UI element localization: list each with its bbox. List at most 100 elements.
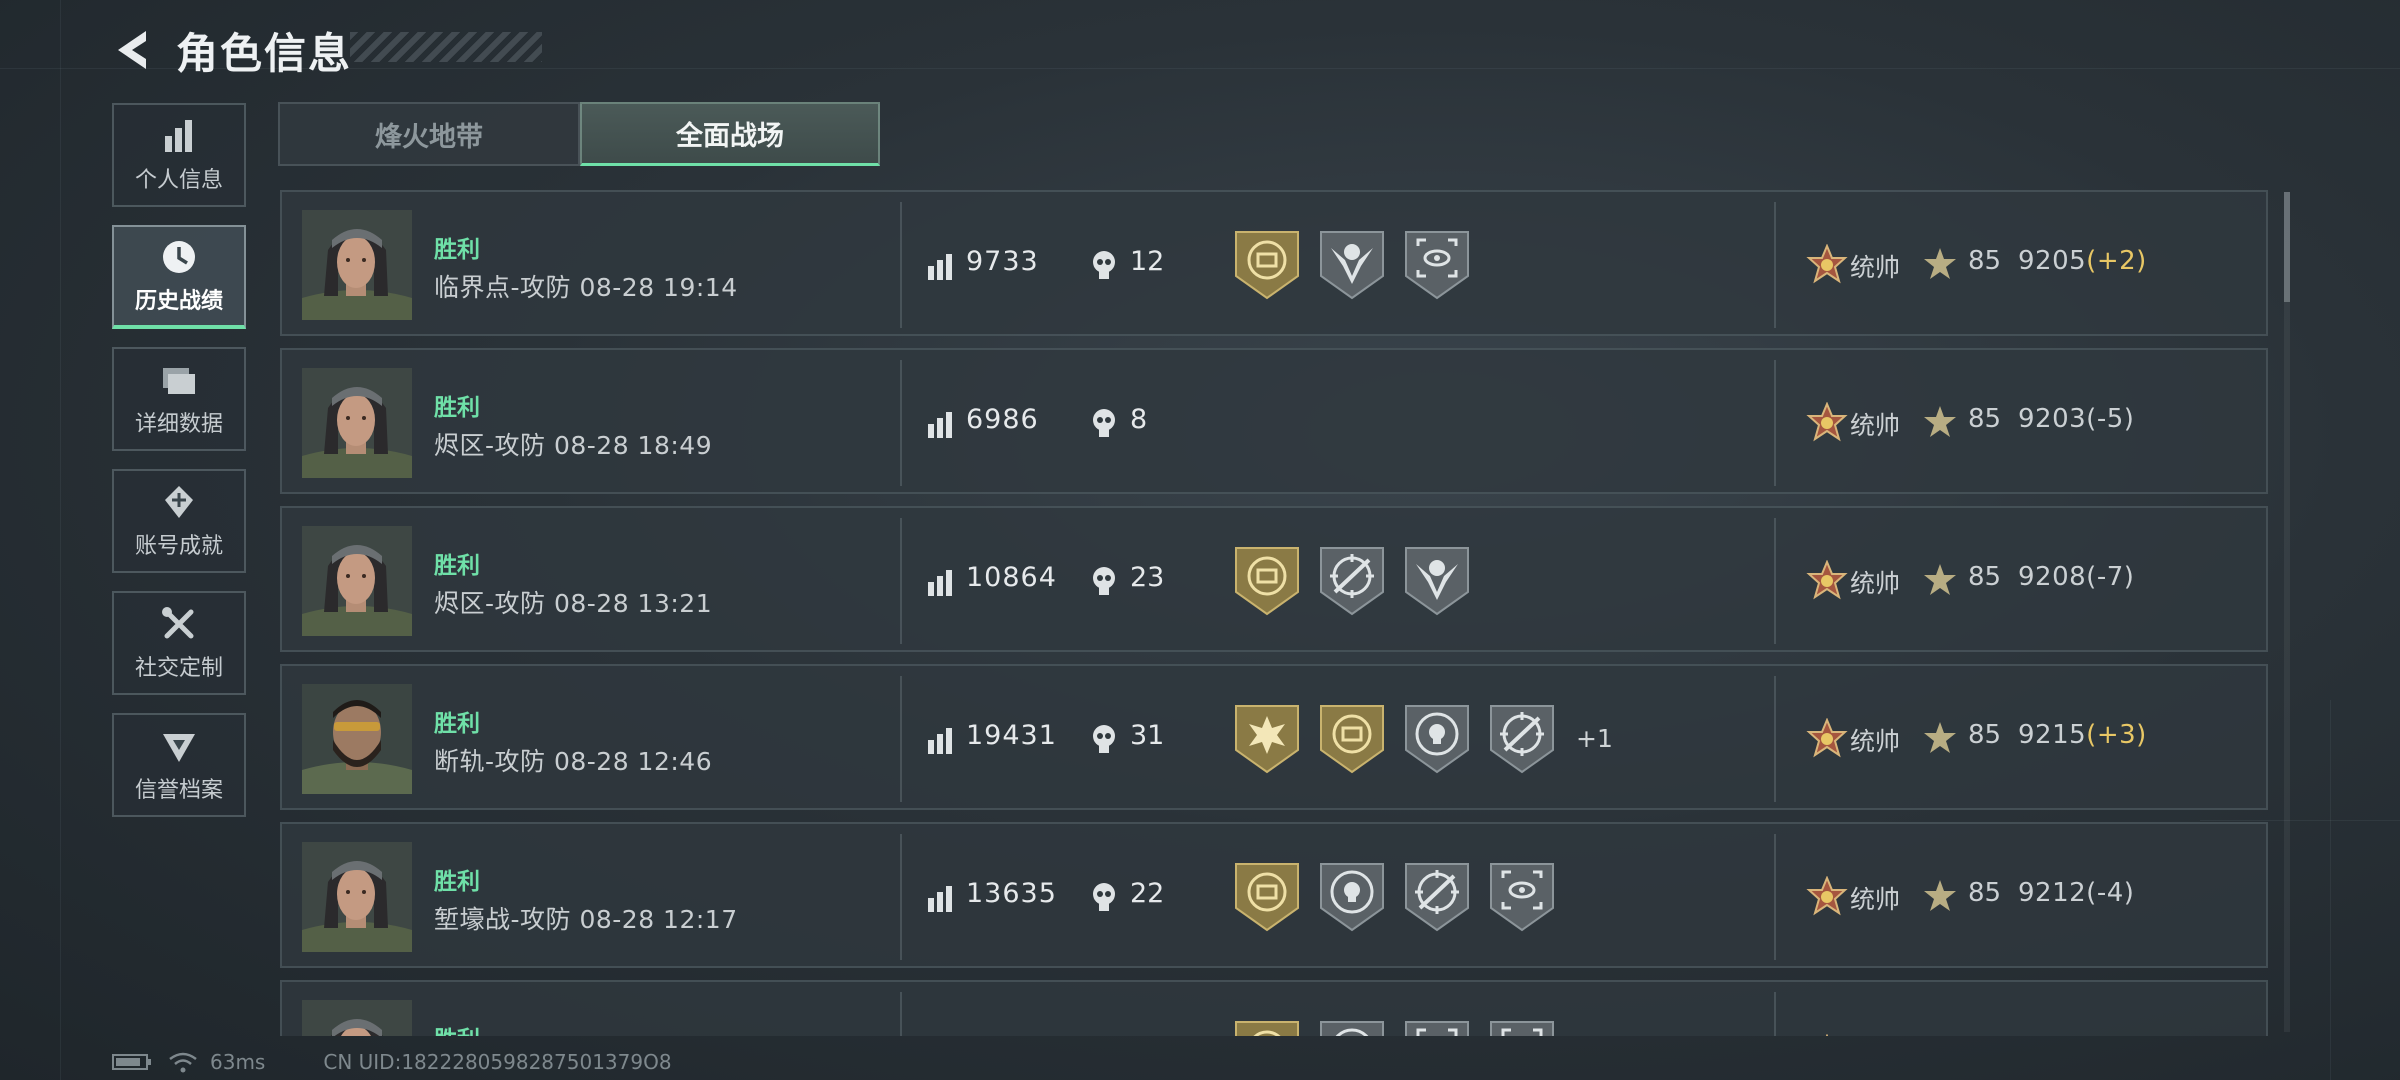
avatar (302, 842, 412, 952)
match-info: 烬区-攻防 08-28 18:49 (434, 431, 713, 460)
gold-banner-medal-icon[interactable] (1232, 542, 1302, 618)
avatar (302, 1000, 412, 1036)
column-divider (1774, 834, 1776, 960)
sidebar: 个人信息 历史战绩 详细数据 账号成就 社交定制 信誉档案 (112, 103, 250, 835)
gold-burst-medal-icon[interactable] (1232, 700, 1302, 776)
player-level: 85 (1968, 246, 2002, 276)
rank-badge-icon (1825, 1034, 1829, 1036)
sidebar-item-label: 社交定制 (134, 656, 223, 681)
player-uid: CN UID:1822280598287501379O8 (323, 1050, 672, 1074)
column-divider (1774, 676, 1776, 802)
star-icon (1924, 248, 1956, 279)
column-divider (900, 518, 902, 644)
gold-banner-medal-icon[interactable] (1232, 858, 1302, 934)
gold-banner-medal-icon[interactable] (1232, 1016, 1302, 1036)
tab-beacon-zone[interactable]: 烽火地带 (278, 102, 580, 166)
scope-medal-icon[interactable] (1402, 226, 1472, 302)
match-history-list[interactable]: 胜利 临界点-攻防 08-28 19:14 9733 12 统帅 85 9205… (278, 190, 2278, 1036)
avatar (302, 526, 412, 636)
sidebar-item-label: 历史战绩 (134, 289, 223, 314)
match-score: 19431 (966, 720, 1057, 751)
rifle-crosshair-medal-icon[interactable] (1487, 700, 1557, 776)
score-bars-icon (928, 728, 952, 754)
battery-icon (112, 1054, 151, 1070)
wifi-icon (169, 1052, 197, 1073)
sidebar-item-achievements[interactable]: 账号成就 (112, 469, 246, 573)
rating-number: 9215 (2018, 720, 2087, 750)
scrollbar-thumb[interactable] (2284, 192, 2290, 302)
sidebar-item-detailed-data[interactable]: 详细数据 (112, 347, 246, 451)
match-result: 胜利 (434, 869, 480, 895)
skull-icon (1093, 251, 1115, 279)
match-row[interactable]: 胜利 烬区-攻防 08-28 13:21 10864 23 统帅 85 9208… (280, 506, 2268, 652)
medal-list (1232, 542, 1491, 618)
rank-name: 统帅 (1850, 885, 1901, 914)
medal-list: +1 (1232, 700, 1613, 776)
match-row[interactable]: 胜利 断轨-攻防 08-28 12:46 19431 31 +1 统帅 85 9… (280, 664, 2268, 810)
match-row[interactable]: 胜利 堑壕战-攻防 08-28 12:17 13635 22 统帅 85 921… (280, 822, 2268, 968)
match-row[interactable]: 胜利 (280, 980, 2268, 1036)
scope-medal-icon[interactable] (1487, 858, 1557, 934)
column-divider (900, 834, 902, 960)
match-score: 9733 (966, 246, 1039, 277)
rating-change: (-5) (2086, 404, 2135, 434)
column-divider (900, 676, 902, 802)
eagle-medal-icon[interactable] (1402, 542, 1472, 618)
match-info: 临界点-攻防 08-28 19:14 (434, 273, 738, 302)
scope-medal-icon[interactable] (1402, 1016, 1472, 1036)
scope-medal-icon[interactable] (1487, 1016, 1557, 1036)
rank-badge-icon (1806, 718, 1848, 758)
match-kills: 23 (1130, 562, 1165, 593)
rating-value: 9215(+3) (2018, 720, 2147, 750)
gold-banner-medal-icon[interactable] (1317, 700, 1387, 776)
column-divider (1774, 202, 1776, 328)
rifle-crosshair-medal-icon[interactable] (1402, 858, 1472, 934)
match-kills: 8 (1130, 404, 1148, 435)
rank-badge-icon (1806, 876, 1848, 916)
more-medals-count[interactable]: +1 (1576, 724, 1613, 753)
match-score: 6986 (966, 404, 1039, 435)
match-result: 胜利 (434, 711, 480, 737)
back-arrow-icon[interactable] (112, 25, 152, 75)
mode-tabs: 烽火地带 全面战场 (278, 102, 880, 166)
match-score: 13635 (966, 878, 1057, 909)
medal-list (1232, 226, 1491, 302)
rank-name: 统帅 (1850, 569, 1901, 598)
sidebar-item-personal-info[interactable]: 个人信息 (112, 103, 246, 207)
match-score: 10864 (966, 562, 1057, 593)
score-bars-icon (928, 254, 952, 280)
rank-badge-icon (1806, 244, 1848, 284)
match-info: 堑壕战-攻防 08-28 12:17 (434, 905, 738, 934)
star-icon (1924, 722, 1956, 753)
rating-change: (+2) (2086, 246, 2147, 276)
eagle-medal-icon[interactable] (1317, 226, 1387, 302)
skull-target-medal-icon[interactable] (1317, 858, 1387, 934)
rank-name: 统帅 (1850, 253, 1901, 282)
rifle-crosshair-medal-icon[interactable] (1317, 542, 1387, 618)
sidebar-item-match-history[interactable]: 历史战绩 (112, 225, 246, 329)
gold-banner-medal-icon[interactable] (1232, 226, 1302, 302)
rank-badge-icon (1806, 560, 1848, 600)
sidebar-item-label: 信誉档案 (134, 778, 223, 803)
tab-full-battlefield[interactable]: 全面战场 (580, 102, 880, 166)
star-icon (1924, 406, 1956, 437)
rating-value: 9205(+2) (2018, 246, 2147, 276)
title-stripe-decoration (350, 32, 542, 62)
sidebar-item-social-custom[interactable]: 社交定制 (112, 591, 246, 695)
skull-target-medal-icon[interactable] (1402, 700, 1472, 776)
rating-change: (-4) (2086, 878, 2135, 908)
skull-target-medal-icon[interactable] (1317, 1016, 1387, 1036)
rating-number: 9212 (2018, 878, 2087, 908)
match-result: 胜利 (434, 395, 480, 421)
rank-name: 统帅 (1850, 411, 1901, 440)
bar-chart-icon (165, 120, 192, 152)
match-row[interactable]: 胜利 临界点-攻防 08-28 19:14 9733 12 统帅 85 9205… (280, 190, 2268, 336)
rating-change: (-7) (2086, 562, 2135, 592)
column-divider (1774, 518, 1776, 644)
rating-value: 9208(-7) (2018, 562, 2134, 592)
sidebar-item-credit-profile[interactable]: 信誉档案 (112, 713, 246, 817)
list-scrollbar[interactable] (2284, 192, 2290, 1032)
sidebar-item-label: 个人信息 (134, 168, 223, 193)
match-row[interactable]: 胜利 烬区-攻防 08-28 18:49 6986 8 统帅 85 9203(-… (280, 348, 2268, 494)
column-divider (1774, 992, 1776, 1036)
